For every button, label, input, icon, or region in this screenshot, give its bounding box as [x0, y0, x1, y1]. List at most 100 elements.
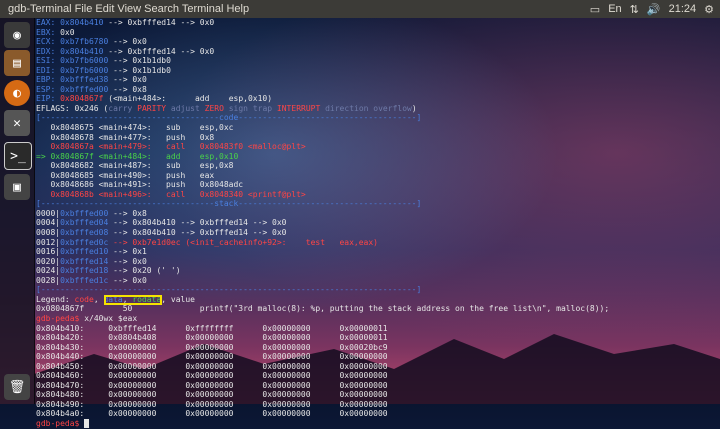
memory-address: 0x804b480: [36, 390, 109, 400]
memory-word: 0x00000000 [108, 399, 186, 409]
stack-offset: 0028| [36, 275, 61, 285]
memory-word: 0x00000000 [262, 390, 340, 400]
memory-row: 0x804b490: 0x00000000 0x00000000 0x00000… [36, 400, 720, 410]
register-name: EAX: [36, 18, 56, 27]
memory-word: 0x00000000 [108, 342, 186, 352]
code-address: 0x8048682 <main+487>: [50, 161, 167, 171]
terminal[interactable]: EAX: 0x804b410 --> 0xbfffed14 --> 0x0 EBX… [34, 18, 720, 428]
memory-word: 0x00000000 [262, 409, 340, 419]
source-line: 0x0804867f 50 printf("3rd malloc(8): %p,… [36, 304, 610, 314]
network-icon[interactable]: ⇅ [630, 3, 639, 16]
code-address: 0x804868b <main+496>: [50, 189, 167, 199]
settings-icon[interactable]: ✕ [4, 110, 30, 136]
clock[interactable]: 21:24 [669, 3, 697, 15]
register-value: 0xb7fb6780 [60, 37, 109, 47]
code-operands: esp,0xc [199, 123, 234, 133]
register-name: EIP: [36, 94, 56, 104]
volume-icon[interactable]: 🔊 [647, 3, 661, 16]
code-operands: 0x80483f0 <malloc@plt> [199, 142, 306, 152]
current-marker [36, 171, 50, 180]
final-prompt-line[interactable]: gdb-peda$ _ [36, 418, 720, 429]
stack-line: 0024|0xbfffed18 --> 0x20 (' ') [36, 266, 720, 276]
code-line: 0x8048678 <main+477>: push 0x8 [36, 133, 720, 143]
eflags-line: EFLAGS: 0x246 (carry PARITY adjust ZERO … [36, 103, 417, 113]
code-opcode: call [166, 142, 200, 152]
stack-value: --> 0x0 [113, 256, 147, 266]
memory-word: 0x00000000 [108, 361, 186, 371]
code-opcode: push [166, 132, 200, 142]
system-tray: ▭ En ⇅ 🔊 21:24 ⚙ [590, 0, 714, 18]
memory-word: 0x00000000 [262, 333, 340, 343]
register-value: 0xb7fb6000 [60, 65, 109, 75]
current-marker [36, 180, 50, 189]
memory-row: 0x804b430: 0x00000000 0x00000000 0x00000… [36, 343, 720, 353]
memory-word: 0x00000000 [262, 371, 340, 381]
keyboard-layout[interactable]: En [608, 3, 621, 15]
stack-address: 0xbfffed08 [60, 228, 109, 238]
code-address: 0x8048686 <main+491>: [50, 180, 167, 190]
current-marker [36, 133, 50, 142]
memory-word: 0x00000000 [339, 390, 417, 400]
stack-line: 0004|0xbfffed04 --> 0x804b410 --> 0xbfff… [36, 218, 720, 228]
memory-word: 0x00000000 [185, 371, 263, 381]
code-address: 0x8048678 <main+477>: [50, 132, 167, 142]
memory-word: 0x00000000 [262, 361, 340, 371]
memory-row: 0x804b450: 0x00000000 0x00000000 0x00000… [36, 362, 720, 372]
memory-address: 0x804b430: [36, 342, 109, 352]
memory-word: 0x00000000 [108, 371, 186, 381]
register-deref: --> 0xbfffed14 --> 0x0 [108, 18, 215, 27]
register-line: EBP: 0xbfffed38 --> 0x0 [36, 75, 720, 85]
files-icon[interactable]: ▤ [4, 50, 30, 76]
memory-word: 0x00000000 [185, 409, 263, 419]
stack-offset: 0004| [36, 218, 61, 228]
code-line: 0x8048685 <main+490>: push eax [36, 171, 720, 181]
code-operands: 0x8048340 <printf@plt> [199, 189, 306, 199]
stack-line: 0020|0xbfffed14 --> 0x0 [36, 257, 720, 267]
memory-word: 0xffffffff [185, 323, 263, 333]
firefox-icon[interactable]: ◐ [4, 80, 30, 106]
highlight-box [104, 295, 162, 305]
stack-offset: 0016| [36, 247, 61, 257]
code-operands: esp,0x10 [199, 151, 239, 161]
command-text: x/40wx $eax [84, 313, 138, 323]
register-name: EDX: [36, 46, 56, 56]
code-address: 0x804867a <main+479>: [50, 142, 167, 152]
top-panel: gdb-Terminal File Edit View Search Termi… [0, 0, 720, 18]
stack-line: 0028|0xbfffed1c --> 0x0 [36, 276, 720, 286]
code-opcode: call [166, 189, 200, 199]
code-opcode: add [166, 151, 200, 161]
stack-offset: 0008| [36, 228, 61, 238]
register-value: 0x0 [60, 27, 75, 37]
memory-address: 0x804b470: [36, 380, 109, 390]
memory-word: 0x00000000 [262, 342, 340, 352]
memory-word: 0x00000000 [108, 380, 186, 390]
register-line: EDX: 0x804b410 --> 0xbfffed14 --> 0x0 [36, 47, 720, 57]
stack-line: 0008|0xbfffed08 --> 0x804b410 --> 0xbfff… [36, 228, 720, 238]
dash-icon[interactable]: ◉ [4, 22, 30, 48]
register-line: ESI: 0xb7fb6000 --> 0x1b1db0 [36, 56, 720, 66]
code-line: 0x8048675 <main+474>: sub esp,0xc [36, 123, 720, 133]
stack-offset: 0024| [36, 266, 61, 276]
terminal-indicator-icon[interactable]: ▭ [590, 3, 600, 16]
stack-value: --> 0xb7e1d0ec (<init_cacheinfo+92>: tes… [113, 237, 378, 247]
trash-icon[interactable]: 🗑 [4, 374, 30, 400]
memory-word: 0x00000000 [185, 361, 263, 371]
memory-row: 0x804b410: 0xbfffed14 0xffffffff 0x00000… [36, 324, 720, 334]
register-deref: --> 0x8 [113, 84, 147, 94]
launcher: ◉ ▤ ◐ ✕ >_ ▣ 🗑 [0, 18, 35, 404]
stack-offset: 0020| [36, 256, 61, 266]
memory-word: 0x00000000 [339, 380, 417, 390]
memory-address: 0x804b4a0: [36, 409, 109, 419]
code-operands: eax [199, 170, 215, 180]
terminal-icon[interactable]: >_ [4, 142, 32, 170]
stack-value: --> 0x8 [113, 208, 147, 218]
disk-icon[interactable]: ▣ [4, 174, 30, 200]
stack-offset: 0000| [36, 208, 61, 218]
memory-word: 0x00000000 [185, 390, 263, 400]
memory-word: 0x00000011 [339, 323, 417, 333]
power-icon[interactable]: ⚙ [704, 3, 714, 16]
code-address: 0x804867f <main+484>: [50, 151, 167, 161]
memory-address: 0x804b460: [36, 371, 109, 381]
memory-word: 0x00020bc9 [339, 342, 417, 352]
memory-row: 0x804b470: 0x00000000 0x00000000 0x00000… [36, 381, 720, 391]
